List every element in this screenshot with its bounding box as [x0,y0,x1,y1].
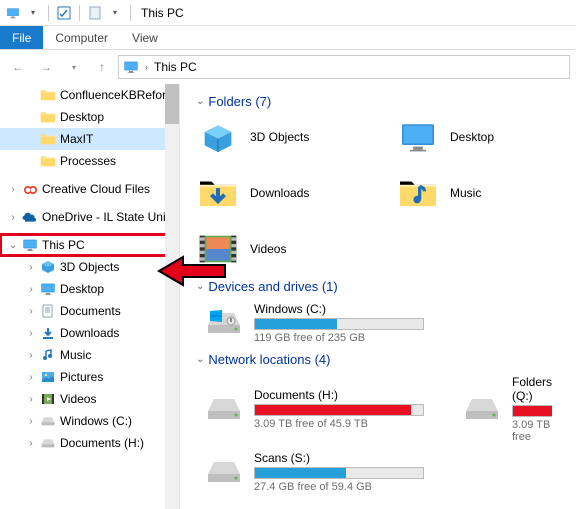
music-icon [396,173,440,213]
qat-pc-icon[interactable] [4,4,22,22]
drive-usage-bar [254,318,424,330]
netloc-name: Folders (Q:) [512,375,552,403]
recent-dropdown-icon[interactable]: ▾ [62,55,86,79]
up-button[interactable]: ↑ [90,55,114,79]
tree-scrollbar[interactable] [165,84,179,509]
tree-item-3dobjects[interactable]: ›3D Objects [0,256,179,278]
forward-button[interactable]: → [34,55,58,79]
tree-item-thispc[interactable]: ⌄This PC [0,234,179,256]
netloc-name: Documents (H:) [254,388,424,402]
address-bar[interactable]: › This PC [118,55,570,79]
drive-free-text: 119 GB free of 235 GB [254,332,424,344]
chevron-down-icon: ⌄ [196,96,204,107]
navbar: ← → ▾ ↑ › This PC [0,50,576,84]
tree-item-desktop2[interactable]: ›Desktop [0,278,179,300]
tree-item-pictures[interactable]: ›Pictures [0,366,179,388]
pc-icon [123,60,139,74]
nav-tree: ConfluenceKBReform Desktop MaxIT Process… [0,84,180,509]
desktop-icon [396,117,440,157]
chevron-down-icon: ⌄ [196,354,204,365]
folder-3dobjects[interactable]: 3D Objects [196,117,336,157]
chevron-down-icon: ⌄ [196,281,204,292]
netloc-usage-bar [512,405,552,417]
titlebar: ▾ ▾ This PC [0,0,576,26]
folder-music[interactable]: Music [396,173,536,213]
folder-downloads[interactable]: Downloads [196,173,336,213]
netloc-free-text: 27.4 GB free of 59.4 GB [254,481,424,493]
tree-item-desktop[interactable]: Desktop [0,106,179,128]
section-folders[interactable]: ⌄Folders (7) [196,94,566,109]
net-drive-icon [204,455,244,490]
3dobjects-icon [196,117,240,157]
netloc-free-text: 3.09 TB free [512,419,552,443]
section-drives[interactable]: ⌄Devices and drives (1) [196,279,566,294]
videos-icon [196,229,240,269]
tree-item-downloads[interactable]: ›Downloads [0,322,179,344]
tree-item-documents[interactable]: ›Documents [0,300,179,322]
qat-blank-icon[interactable] [86,4,104,22]
qat-dropdown-icon[interactable]: ▾ [24,4,42,22]
tree-item-music[interactable]: ›Music [0,344,179,366]
drive-name: Windows (C:) [254,302,424,316]
tree-item-onedrive[interactable]: ›OneDrive - IL State Univ [0,206,179,228]
address-chevron-icon[interactable]: › [145,62,148,72]
qat-properties-icon[interactable] [55,4,73,22]
tree-item-documentsh[interactable]: ›Documents (H:) [0,432,179,454]
tree-item-processes[interactable]: Processes [0,150,179,172]
tree-item-confluence[interactable]: ConfluenceKBReform [0,84,179,106]
downloads-icon [196,173,240,213]
windows-drive-icon [204,305,244,342]
tab-view[interactable]: View [120,26,170,49]
folder-videos[interactable]: Videos [196,229,336,269]
netloc-folders-q[interactable]: Folders (Q:) 3.09 TB free [462,375,552,443]
folder-desktop[interactable]: Desktop [396,117,536,157]
section-network[interactable]: ⌄Network locations (4) [196,352,566,367]
netloc-usage-bar [254,404,424,416]
tree-item-windowsc[interactable]: ›Windows (C:) [0,410,179,432]
window-title: This PC [141,6,184,20]
netloc-usage-bar [254,467,424,479]
netloc-documents-h[interactable]: Documents (H:) 3.09 TB free of 45.9 TB [204,375,424,443]
net-drive-icon [204,392,244,427]
tab-file[interactable]: File [0,26,43,49]
ribbon: File Computer View [0,26,576,50]
qat-more-icon[interactable]: ▾ [106,4,124,22]
tab-computer[interactable]: Computer [43,26,120,49]
netloc-free-text: 3.09 TB free of 45.9 TB [254,418,424,430]
tree-item-videos[interactable]: ›Videos [0,388,179,410]
content-pane: ⌄Folders (7) 3D Objects Desktop Download… [180,84,576,509]
drive-windows-c[interactable]: Windows (C:) 119 GB free of 235 GB [204,302,566,344]
breadcrumb-thispc[interactable]: This PC [154,60,197,74]
tree-item-creativecloud[interactable]: ›Creative Cloud Files [0,178,179,200]
netloc-scans-s[interactable]: Scans (S:) 27.4 GB free of 59.4 GB [204,451,566,493]
back-button[interactable]: ← [6,55,30,79]
net-drive-icon [462,392,502,427]
netloc-name: Scans (S:) [254,451,424,465]
tree-item-maxit[interactable]: MaxIT [0,128,179,150]
